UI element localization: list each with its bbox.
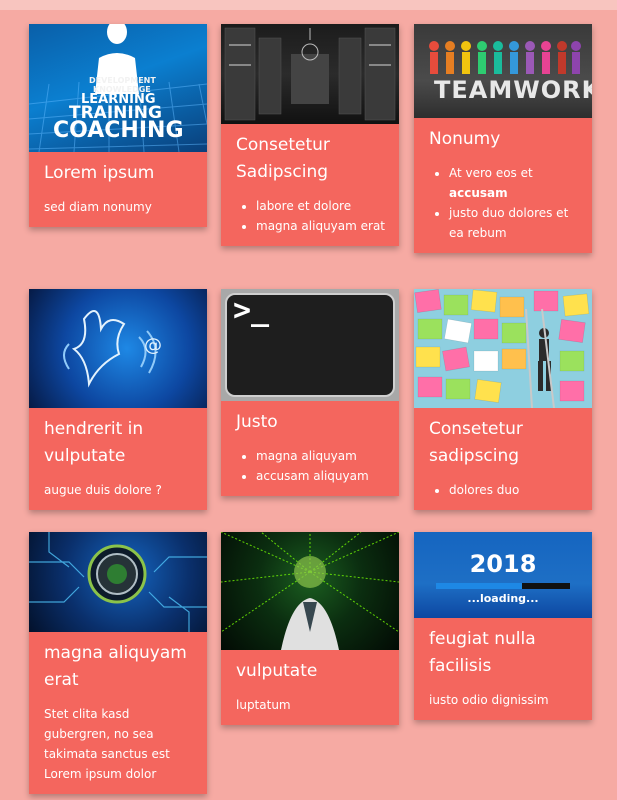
loading-bar-fill: [436, 583, 522, 589]
list-item: magna aliquyam erat: [256, 216, 385, 236]
card-title: hendrerit in vulputate: [44, 419, 144, 466]
coaching-word-5: COACHING: [53, 118, 184, 143]
card-feugiat[interactable]: 2018 ...loading... feugiat nulla facilis…: [414, 532, 592, 720]
at-sign-icon: @: [144, 335, 162, 356]
loading-year: 2018: [469, 550, 537, 578]
list-item: At vero eos etaccusam: [449, 163, 578, 203]
card-title: vulputate: [236, 661, 318, 681]
server-room-image: [221, 24, 399, 124]
card-title: Consetetur sadipscing: [429, 419, 523, 466]
card-consetetur-sadipscing-2[interactable]: Consetetur sadipscing dolores duo: [414, 289, 592, 510]
card-title: feugiat nulla facilisis: [429, 629, 536, 676]
card-lorem-ipsum[interactable]: DEVELOPMENT KNOWLEDGE LEARNING TRAINING …: [29, 24, 207, 227]
card-title: magna aliquyam erat: [44, 643, 187, 690]
card-text: Stet clita kasd gubergren, no sea takima…: [44, 707, 170, 781]
bird-mail-image: @: [29, 289, 207, 408]
terminal-prompt-icon: >_: [233, 293, 270, 328]
teamwork-text: TEAMWORK: [434, 76, 592, 104]
card-justo[interactable]: >_ Justo magna aliquyam accusam aliquyam: [221, 289, 399, 496]
card-list: magna aliquyam accusam aliquyam: [236, 446, 385, 486]
coaching-word-1: DEVELOPMENT: [89, 76, 156, 85]
loading-bar: [436, 583, 570, 589]
card-text: sed diam nonumy: [44, 200, 152, 214]
card-title: Justo: [236, 412, 278, 432]
coaching-image: DEVELOPMENT KNOWLEDGE LEARNING TRAINING …: [29, 24, 207, 152]
loading-label: ...loading...: [467, 592, 539, 605]
card-vulputate[interactable]: vulputate luptatum: [221, 532, 399, 725]
list-item: magna aliquyam: [256, 446, 385, 466]
list-item: justo duo dolores et ea rebum: [449, 203, 578, 243]
circuit-button-image: [29, 532, 207, 632]
card-title: Lorem ipsum: [44, 163, 155, 183]
card-text: augue duis dolore ?: [44, 483, 162, 497]
loading-image: 2018 ...loading...: [414, 532, 592, 618]
card-list: dolores duo: [429, 480, 578, 500]
card-title: Consetetur Sadipscing: [236, 135, 330, 182]
matrix-person-image: [221, 532, 399, 650]
card-magna-aliquyam[interactable]: magna aliquyam erat Stet clita kasd gube…: [29, 532, 207, 794]
card-text: luptatum: [236, 698, 291, 712]
card-list: At vero eos etaccusam justo duo dolores …: [429, 163, 578, 243]
card-text: iusto odio dignissim: [429, 693, 549, 707]
list-item: dolores duo: [449, 480, 578, 500]
sticky-notes-image: [414, 289, 592, 408]
card-title: Nonumy: [429, 129, 501, 149]
terminal-image: >_: [221, 289, 399, 401]
list-item: accusam aliquyam: [256, 466, 385, 486]
list-item: labore et dolore: [256, 196, 385, 216]
top-bar: [0, 0, 617, 10]
card-hendrerit[interactable]: @ hendrerit in vulputate augue duis dolo…: [29, 289, 207, 510]
card-nonumy[interactable]: TEAMWORK Nonumy At vero eos etaccusam ju…: [414, 24, 592, 253]
card-consetetur-sadipscing[interactable]: Consetetur Sadipscing labore et dolore m…: [221, 24, 399, 246]
teamwork-image: TEAMWORK: [414, 24, 592, 118]
card-list: labore et dolore magna aliquyam erat: [236, 196, 385, 236]
